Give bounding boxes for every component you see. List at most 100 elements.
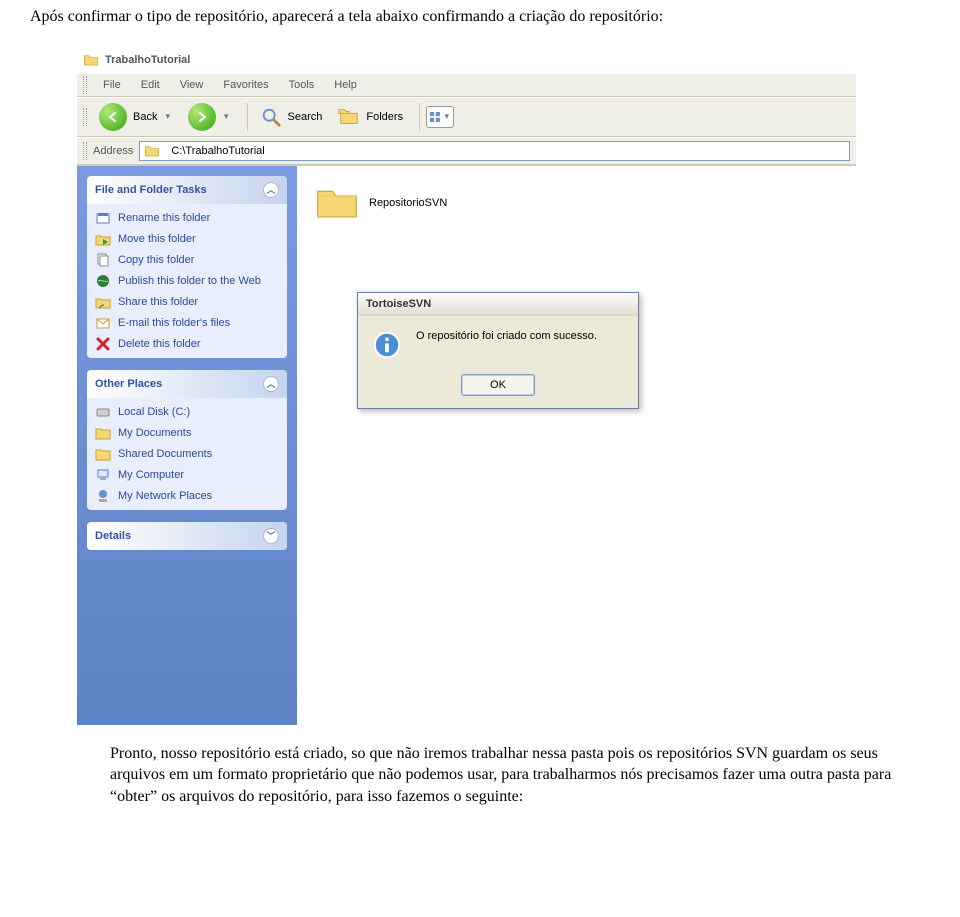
place-shared-documents[interactable]: Shared Documents: [95, 446, 279, 462]
back-arrow-icon: [99, 103, 127, 131]
info-icon: [372, 330, 402, 360]
disk-icon: [95, 404, 111, 420]
folder-icon: [95, 446, 111, 462]
forward-arrow-icon: [188, 103, 216, 131]
back-label: Back: [133, 111, 157, 123]
task-label: Publish this folder to the Web: [118, 275, 261, 287]
place-local-disk[interactable]: Local Disk (C:): [95, 404, 279, 420]
address-bar: Address C:\TrabalhoTutorial: [77, 137, 856, 165]
chevron-up-icon[interactable]: ︿: [263, 182, 279, 198]
address-label: Address: [93, 145, 133, 157]
menu-tools[interactable]: Tools: [279, 77, 325, 93]
chevron-down-icon[interactable]: ﹀: [263, 528, 279, 544]
menu-help[interactable]: Help: [324, 77, 367, 93]
panel-other-places: Other Places ︿ Local Disk (C:) My Docume…: [87, 370, 287, 510]
menubar: File Edit View Favorites Tools Help: [77, 73, 856, 97]
menu-edit[interactable]: Edit: [131, 77, 170, 93]
network-icon: [95, 488, 111, 504]
explorer-content: File and Folder Tasks ︿ Rename this fold…: [77, 165, 856, 725]
navigation-toolbar: Back ▾ ▾ Search Folders: [77, 97, 856, 137]
menu-view[interactable]: View: [170, 77, 214, 93]
file-pane[interactable]: RepositorioSVN TortoiseSVN O repositório…: [297, 166, 856, 725]
search-label: Search: [288, 111, 323, 123]
dialog-titlebar: TortoiseSVN: [358, 293, 638, 316]
panel-header[interactable]: Details ﹀: [87, 522, 287, 550]
magnifier-icon: [260, 106, 282, 128]
place-label: My Documents: [118, 427, 191, 439]
move-icon: [95, 231, 111, 247]
panel-title: Details: [95, 530, 131, 542]
folders-button[interactable]: Folders: [332, 104, 409, 130]
panel-header[interactable]: Other Places ︿: [87, 370, 287, 398]
mail-icon: [95, 315, 111, 331]
place-label: Local Disk (C:): [118, 406, 190, 418]
folder-icon: [315, 184, 359, 222]
toolbar-grip-icon: [83, 108, 87, 126]
tortoisesvn-dialog: TortoiseSVN O repositório foi criado com…: [357, 292, 639, 409]
dialog-button-row: OK: [358, 368, 638, 408]
place-label: Shared Documents: [118, 448, 212, 460]
delete-icon: [95, 336, 111, 352]
doc-body-paragraph: Pronto, nosso repositório está criado, s…: [0, 733, 960, 818]
menu-file[interactable]: File: [93, 77, 131, 93]
computer-icon: [95, 467, 111, 483]
task-publish[interactable]: Publish this folder to the Web: [95, 273, 279, 289]
explorer-window: TrabalhoTutorial File Edit View Favorite…: [76, 46, 856, 725]
toolbar-grip-icon: [83, 142, 87, 160]
folders-icon: [338, 106, 360, 128]
panel-body: Rename this folder Move this folder Copy…: [87, 204, 287, 358]
views-button[interactable]: ▾: [426, 106, 454, 128]
forward-button[interactable]: ▾: [182, 101, 237, 133]
panel-file-folder-tasks: File and Folder Tasks ︿ Rename this fold…: [87, 176, 287, 358]
window-title: TrabalhoTutorial: [105, 54, 190, 66]
menu-favorites[interactable]: Favorites: [213, 77, 278, 93]
task-label: Rename this folder: [118, 212, 210, 224]
copy-icon: [95, 252, 111, 268]
dialog-message: O repositório foi criado com sucesso.: [416, 330, 597, 342]
share-icon: [95, 294, 111, 310]
ok-button[interactable]: OK: [461, 374, 535, 396]
task-label: Share this folder: [118, 296, 198, 308]
explorer-sidebar: File and Folder Tasks ︿ Rename this fold…: [77, 166, 297, 725]
task-copy[interactable]: Copy this folder: [95, 252, 279, 268]
folder-item[interactable]: RepositorioSVN: [309, 178, 844, 228]
panel-title: File and Folder Tasks: [95, 184, 207, 196]
panel-title: Other Places: [95, 378, 162, 390]
panel-body: Local Disk (C:) My Documents Shared Docu…: [87, 398, 287, 510]
folder-icon: [95, 425, 111, 441]
place-my-documents[interactable]: My Documents: [95, 425, 279, 441]
toolbar-separator: [247, 103, 248, 131]
task-label: Copy this folder: [118, 254, 194, 266]
dialog-body: O repositório foi criado com sucesso.: [358, 316, 638, 368]
task-share[interactable]: Share this folder: [95, 294, 279, 310]
place-label: My Computer: [118, 469, 184, 481]
task-label: Move this folder: [118, 233, 196, 245]
task-move[interactable]: Move this folder: [95, 231, 279, 247]
folder-name: RepositorioSVN: [369, 197, 447, 209]
place-label: My Network Places: [118, 490, 212, 502]
panel-header[interactable]: File and Folder Tasks ︿: [87, 176, 287, 204]
globe-icon: [95, 273, 111, 289]
panel-details: Details ﹀: [87, 522, 287, 550]
chevron-up-icon[interactable]: ︿: [263, 376, 279, 392]
task-rename[interactable]: Rename this folder: [95, 210, 279, 226]
folders-label: Folders: [366, 111, 403, 123]
task-label: E-mail this folder's files: [118, 317, 230, 329]
rename-icon: [95, 210, 111, 226]
dropdown-icon: ▾: [443, 111, 452, 122]
toolbar-grip-icon: [83, 76, 87, 94]
dropdown-icon[interactable]: ▾: [163, 111, 172, 122]
task-delete[interactable]: Delete this folder: [95, 336, 279, 352]
task-label: Delete this folder: [118, 338, 201, 350]
task-email[interactable]: E-mail this folder's files: [95, 315, 279, 331]
folder-icon: [83, 53, 99, 67]
back-button[interactable]: Back ▾: [93, 101, 178, 133]
doc-intro-paragraph: Após confirmar o tipo de repositório, ap…: [0, 0, 960, 38]
address-input[interactable]: C:\TrabalhoTutorial: [139, 141, 850, 161]
views-icon: [429, 110, 442, 124]
dropdown-icon[interactable]: ▾: [222, 111, 231, 122]
toolbar-separator: [419, 103, 420, 131]
place-my-computer[interactable]: My Computer: [95, 467, 279, 483]
search-button[interactable]: Search: [254, 104, 329, 130]
place-network-places[interactable]: My Network Places: [95, 488, 279, 504]
